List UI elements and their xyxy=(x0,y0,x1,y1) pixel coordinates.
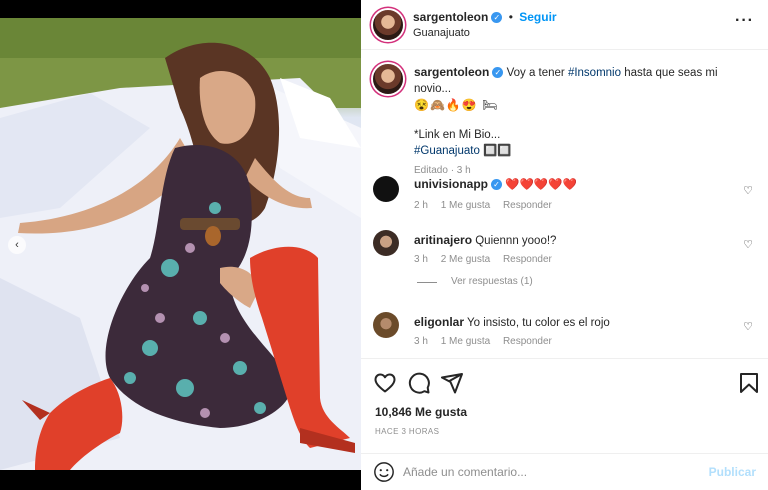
hashtag-link[interactable]: #Guanajuato xyxy=(414,145,480,157)
caption-text: sargentoleon ✓ Voy a tener #Insomnio hast… xyxy=(414,64,744,179)
publish-button[interactable]: Publicar xyxy=(709,465,756,479)
carousel-previous-button[interactable]: ‹ xyxy=(8,236,26,254)
verified-badge-icon: ✓ xyxy=(491,179,503,190)
post-photo[interactable] xyxy=(0,18,361,470)
post-actions: 10,846 Me gusta HACE 3 HORAS xyxy=(361,358,768,458)
more-options-icon[interactable]: ··· xyxy=(735,12,754,30)
header-title-line: sargentoleon ✓ • Seguir xyxy=(413,10,557,24)
comment-row: aritinajero Quiennn yooo!? 3 h 2 Me gust… xyxy=(373,230,763,310)
comment-row: eligonlar Yo insisto, tu color es el roj… xyxy=(373,312,763,358)
hashtag-link[interactable]: #Insomnio xyxy=(568,67,621,79)
comment-icon[interactable] xyxy=(407,371,431,395)
comment-meta: 2 h 1 Me gusta Responder xyxy=(414,200,562,211)
commenter-avatar[interactable] xyxy=(373,176,399,202)
caption: sargentoleon ✓ Voy a tener #Insomnio hast… xyxy=(373,62,763,176)
reply-button[interactable]: Responder xyxy=(503,254,552,265)
comment-age[interactable]: 3 h xyxy=(414,254,428,265)
post-timestamp[interactable]: HACE 3 HORAS xyxy=(375,427,439,436)
likes-count[interactable]: 10,846 Me gusta xyxy=(375,405,467,419)
post-location[interactable]: Guanajuato xyxy=(413,27,470,39)
comment-input[interactable] xyxy=(403,462,703,482)
view-replies-button[interactable]: Ver respuestas (1) xyxy=(451,276,533,287)
comment-text: aritinajero Quiennn yooo!? xyxy=(414,232,744,249)
commenter-username[interactable]: univisionapp xyxy=(414,177,488,191)
caption-text-prefix: Voy a tener xyxy=(506,67,568,79)
caption-emojis: 😵🙈🔥😍 🛏 xyxy=(414,98,499,112)
caption-line2: *Link en Mi Bio... xyxy=(414,129,501,141)
comment-likes[interactable]: 1 Me gusta xyxy=(441,200,490,211)
comment-age[interactable]: 3 h xyxy=(414,336,428,347)
comment-body: Quiennn yooo!? xyxy=(475,235,557,247)
post-media-panel: ‹ xyxy=(0,0,361,490)
comment-body: ❤️❤️❤️❤️❤️ xyxy=(505,179,577,191)
share-icon[interactable] xyxy=(440,371,464,395)
commenter-avatar[interactable] xyxy=(373,312,399,338)
commenter-username[interactable]: eligonlar xyxy=(414,315,464,329)
author-username[interactable]: sargentoleon xyxy=(413,10,488,24)
replies-divider xyxy=(417,282,437,283)
comment-text: univisionapp ✓ ❤️❤️❤️❤️❤️ xyxy=(414,176,744,193)
comment-likes[interactable]: 2 Me gusta xyxy=(441,254,490,265)
comment-like-heart-icon[interactable]: ♡ xyxy=(743,238,753,251)
separator-dot: • xyxy=(508,10,513,24)
author-avatar[interactable] xyxy=(373,10,403,40)
reply-button[interactable]: Responder xyxy=(503,200,552,211)
bookmark-icon[interactable] xyxy=(737,371,761,395)
caption-avatar[interactable] xyxy=(373,64,403,94)
commenter-username[interactable]: aritinajero xyxy=(414,233,472,247)
chevron-left-icon: ‹ xyxy=(15,239,19,251)
verified-badge-icon: ✓ xyxy=(492,67,504,78)
comment-age[interactable]: 2 h xyxy=(414,200,428,211)
heart-icon[interactable] xyxy=(373,371,397,395)
comment-likes[interactable]: 1 Me gusta xyxy=(441,336,490,347)
post-sidebar: sargentoleon ✓ • Seguir Guanajuato ··· sa… xyxy=(361,0,768,490)
comment-body: Yo insisto, tu color es el rojo xyxy=(467,317,610,329)
photo-illustration xyxy=(0,18,361,470)
comment-like-heart-icon[interactable]: ♡ xyxy=(743,320,753,333)
commenter-avatar[interactable] xyxy=(373,230,399,256)
reply-button[interactable]: Responder xyxy=(503,336,552,347)
comment-text: eligonlar Yo insisto, tu color es el roj… xyxy=(414,314,744,331)
comment-composer: Publicar xyxy=(361,453,768,490)
follow-button[interactable]: Seguir xyxy=(519,10,556,24)
comment-meta: 3 h 2 Me gusta Responder xyxy=(414,254,562,265)
comment-row: univisionapp ✓ ❤️❤️❤️❤️❤️ 2 h 1 Me gusta … xyxy=(373,174,763,224)
post-header: sargentoleon ✓ • Seguir Guanajuato ··· xyxy=(361,0,768,50)
comment-like-heart-icon[interactable]: ♡ xyxy=(743,184,753,197)
caption-trailing: 🔲🔲 xyxy=(479,145,512,157)
verified-badge-icon: ✓ xyxy=(491,12,503,23)
comment-meta: 3 h 1 Me gusta Responder xyxy=(414,336,562,347)
comments-section: sargentoleon ✓ Voy a tener #Insomnio hast… xyxy=(361,50,768,358)
emoji-icon[interactable] xyxy=(373,461,395,483)
caption-username[interactable]: sargentoleon xyxy=(414,65,489,79)
